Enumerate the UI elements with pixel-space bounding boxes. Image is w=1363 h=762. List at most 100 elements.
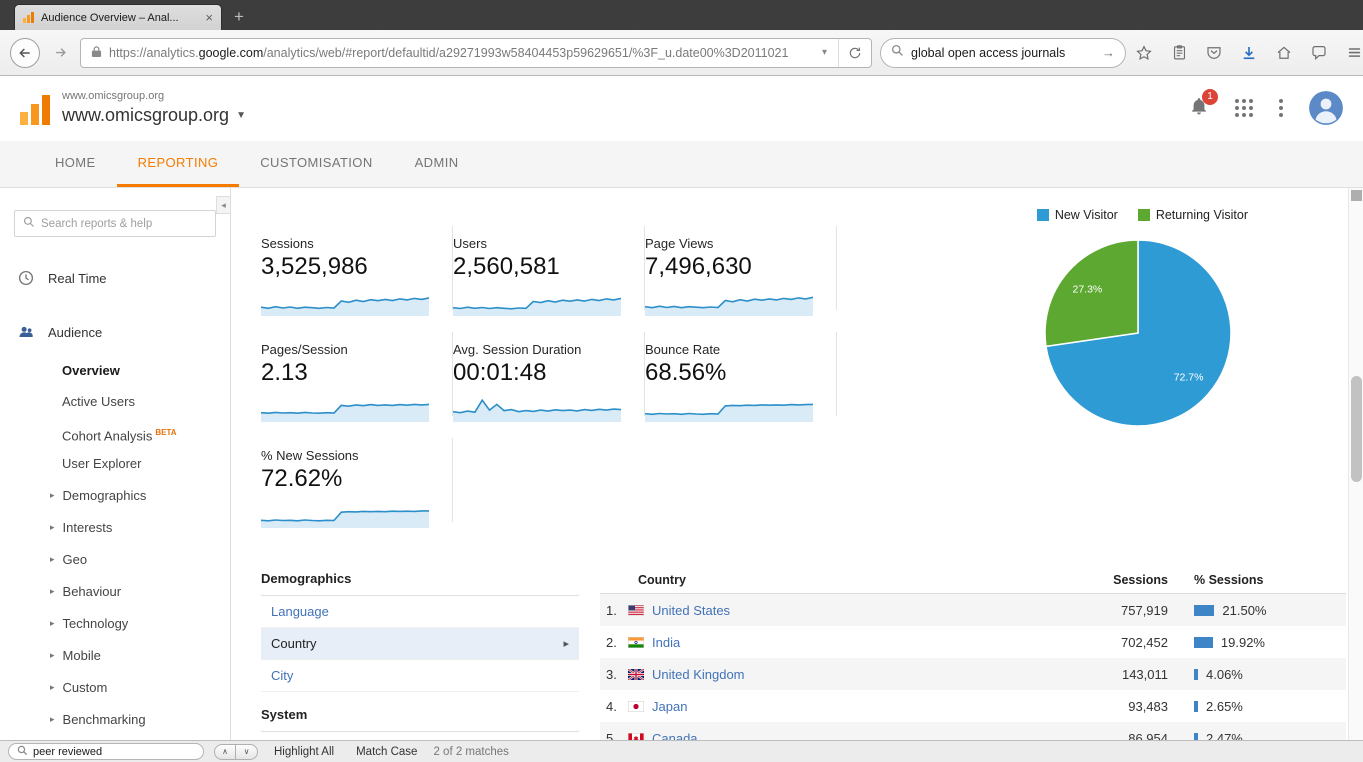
metric-card-avg-session-duration[interactable]: Avg. Session Duration00:01:48 — [453, 332, 645, 416]
sidebar-search-input[interactable] — [41, 218, 207, 230]
reading-list-icon[interactable] — [1169, 43, 1189, 63]
menu-icon[interactable] — [1344, 43, 1363, 63]
hello-chat-icon[interactable] — [1309, 43, 1329, 63]
forward-button[interactable] — [48, 45, 72, 60]
search-icon — [17, 745, 28, 759]
content-area: ◂ Real TimeAudienceOverviewActive UsersC… — [0, 188, 1363, 740]
metric-card-page-views[interactable]: Page Views7,496,630 — [645, 226, 837, 310]
visitor-pie-chart: 72.7%27.3% — [1038, 233, 1238, 433]
search-bar[interactable]: → — [880, 38, 1126, 68]
find-next-button[interactable]: ∨ — [236, 744, 258, 760]
url-bar[interactable]: https://analytics.google.com/analytics/w… — [80, 38, 872, 68]
pie-slice-label: 72.7% — [1174, 371, 1204, 383]
tab-close-icon[interactable]: × — [205, 11, 213, 24]
sidebar-item-real-time[interactable]: Real Time — [0, 261, 230, 295]
sidebar-item-behaviour[interactable]: ▸Behaviour — [0, 575, 230, 607]
find-input[interactable] — [33, 746, 195, 758]
row-pct-sessions: 19.92% — [1178, 635, 1346, 650]
people-icon — [17, 323, 35, 341]
urlbar-dropdown-icon[interactable]: ▾ — [818, 47, 831, 58]
nav-tab-home[interactable]: HOME — [34, 141, 117, 187]
country-row-canada: 5.Canada86,9542.47% — [600, 722, 1346, 740]
sidebar-item-cohort-analysis[interactable]: Cohort AnalysisBETA — [0, 417, 230, 448]
more-options-icon[interactable] — [1279, 99, 1283, 117]
new-tab-button[interactable]: + — [222, 4, 256, 30]
avatar[interactable] — [1309, 91, 1343, 125]
reload-button[interactable] — [838, 39, 871, 67]
country-link[interactable]: United Kingdom — [652, 667, 745, 682]
sidebar-items: Real Time Audience OverviewActive UsersCoh… — [0, 261, 230, 735]
match-case-button[interactable]: Match Case — [350, 746, 423, 758]
sparkline-chart — [261, 286, 429, 316]
flag-jp-icon — [628, 701, 652, 712]
pct-bar — [1194, 733, 1198, 741]
country-link[interactable]: Canada — [652, 731, 698, 741]
scrollbar-thumb[interactable] — [1351, 376, 1362, 482]
sidebar-item-interests[interactable]: ▸Interests — [0, 511, 230, 543]
row-rank: 4. — [606, 699, 628, 714]
nav-tab-customisation[interactable]: CUSTOMISATION — [239, 141, 393, 187]
expand-arrow-icon: ▸ — [50, 650, 55, 661]
pocket-icon[interactable] — [1204, 43, 1224, 63]
row-sessions: 143,011 — [1064, 667, 1178, 682]
back-button[interactable] — [10, 38, 40, 68]
notifications-bell-icon[interactable]: 1 — [1189, 96, 1209, 121]
nav-tab-admin[interactable]: ADMIN — [394, 141, 480, 187]
sidebar-item-active-users[interactable]: Active Users — [0, 386, 230, 417]
find-previous-button[interactable]: ∧ — [214, 744, 236, 760]
dimension-browser[interactable]: Browser — [261, 732, 579, 740]
download-icon[interactable] — [1239, 43, 1259, 63]
sparkline-chart — [645, 286, 813, 316]
sidebar-item-custom[interactable]: ▸Custom — [0, 671, 230, 703]
dimension-city[interactable]: City — [261, 660, 579, 692]
row-pct-sessions: 2.47% — [1178, 731, 1346, 741]
metrics-summary: Sessions3,525,986Users2,560,581Page View… — [261, 226, 837, 522]
dimension-country[interactable]: Country▸ — [261, 628, 579, 660]
clock-icon — [17, 269, 35, 287]
sidebar-item-user-explorer[interactable]: User Explorer — [0, 448, 230, 479]
search-go-icon[interactable]: → — [1102, 45, 1115, 60]
browser-tab-bar: Audience Overview – Anal... × + — [0, 0, 1363, 30]
find-input-box[interactable] — [8, 743, 204, 760]
sidebar-item-demographics[interactable]: ▸Demographics — [0, 479, 230, 511]
metric-card-bounce-rate[interactable]: Bounce Rate68.56% — [645, 332, 837, 416]
sidebar-item-benchmarking[interactable]: ▸Benchmarking — [0, 703, 230, 735]
country-row-india: 2.India702,45219.92% — [600, 626, 1346, 658]
sidebar-item-audience[interactable]: Audience — [0, 315, 230, 349]
row-sessions: 93,483 — [1064, 699, 1178, 714]
analytics-header: www.omicsgroup.org www.omicsgroup.org ▼ … — [0, 77, 1363, 141]
sidebar-item-mobile[interactable]: ▸Mobile — [0, 639, 230, 671]
metric-card-pages-session[interactable]: Pages/Session2.13 — [261, 332, 453, 416]
metric-card-new-sessions[interactable]: % New Sessions72.62% — [261, 438, 453, 522]
country-link[interactable]: India — [652, 635, 680, 650]
country-table-rows: 1.United States757,91921.50%2.India702,4… — [600, 594, 1346, 740]
sidebar-search-box[interactable] — [14, 210, 216, 237]
country-link[interactable]: Japan — [652, 699, 687, 714]
url-text: https://analytics.google.com/analytics/w… — [109, 46, 811, 60]
apps-grid-icon[interactable] — [1235, 99, 1253, 117]
nav-tab-reporting[interactable]: REPORTING — [117, 141, 240, 187]
metric-label: Page Views — [645, 236, 816, 251]
metric-value: 2,560,581 — [453, 253, 624, 281]
highlight-all-button[interactable]: Highlight All — [268, 746, 340, 758]
page-scrollbar[interactable] — [1348, 188, 1363, 740]
expand-arrow-icon: ▸ — [50, 490, 55, 501]
expand-arrow-icon: ▸ — [50, 522, 55, 533]
sidebar-collapse-icon[interactable]: ◂ — [216, 196, 230, 214]
metric-card-users[interactable]: Users2,560,581 — [453, 226, 645, 310]
home-icon[interactable] — [1274, 43, 1294, 63]
browser-tab[interactable]: Audience Overview – Anal... × — [14, 4, 222, 30]
header-pct-sessions: % Sessions — [1178, 573, 1346, 587]
chevron-right-icon: ▸ — [563, 637, 569, 650]
metric-label: Bounce Rate — [645, 342, 816, 357]
legend-label: Returning Visitor — [1156, 208, 1248, 222]
account-selector[interactable]: www.omicsgroup.org ▼ — [62, 105, 246, 126]
metric-card-sessions[interactable]: Sessions3,525,986 — [261, 226, 453, 310]
sidebar-item-overview[interactable]: Overview — [0, 355, 230, 386]
sidebar-item-geo[interactable]: ▸Geo — [0, 543, 230, 575]
sidebar-item-technology[interactable]: ▸Technology — [0, 607, 230, 639]
bookmark-star-icon[interactable] — [1134, 43, 1154, 63]
country-link[interactable]: United States — [652, 603, 730, 618]
dimension-language[interactable]: Language — [261, 596, 579, 628]
search-input[interactable] — [911, 46, 1095, 60]
